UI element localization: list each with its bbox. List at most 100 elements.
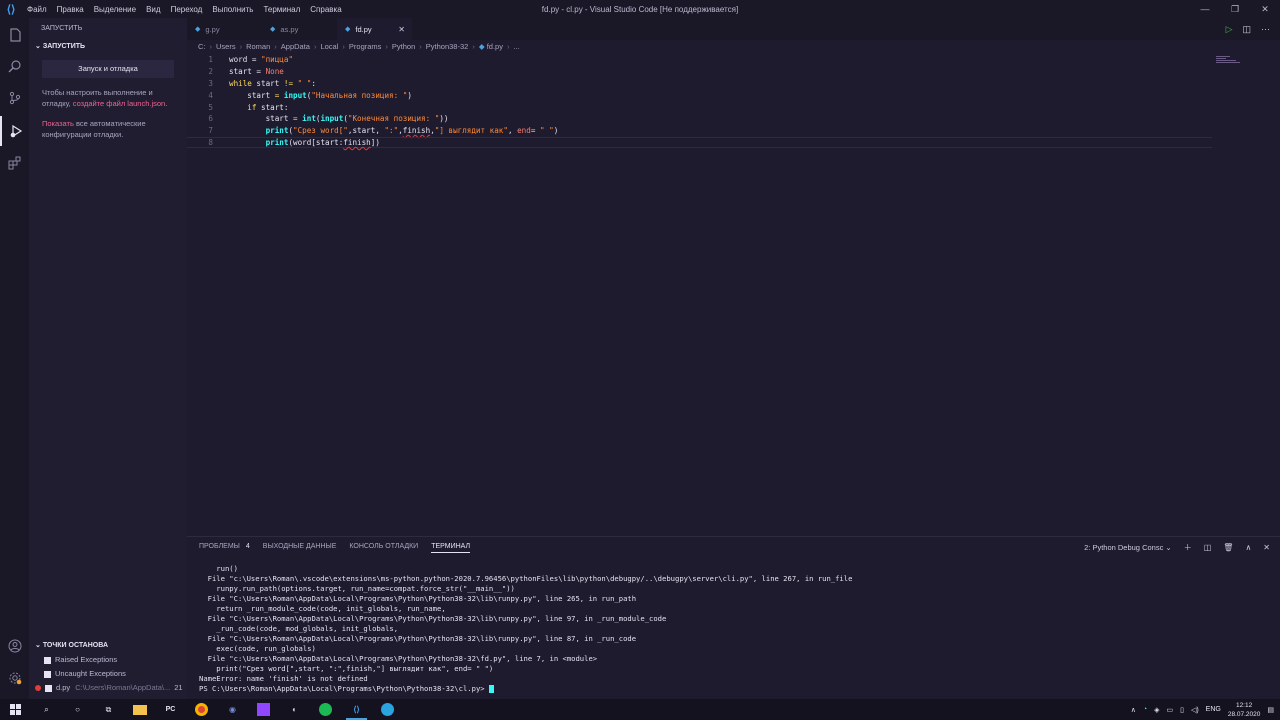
language-indicator[interactable]: ENG <box>1206 706 1221 713</box>
search-icon[interactable]: ⌕ <box>31 699 62 720</box>
tab-fd-py[interactable]: ◆ fd.py ✕ <box>337 18 412 40</box>
breakpoint-label: Uncaught Exceptions <box>55 669 126 678</box>
task-view-icon[interactable]: ⧉ <box>93 699 124 720</box>
run-and-debug-button[interactable]: Запуск и отладка <box>42 60 174 78</box>
terminal-output[interactable]: run() File "c:\Users\Roman\.vscode\exten… <box>199 564 852 694</box>
chrome-icon[interactable] <box>186 699 217 720</box>
code-line: 2 start = None <box>187 66 1212 78</box>
clock[interactable]: 12:12 28.07.2020 <box>1228 701 1261 719</box>
code-text: while start != " ": <box>229 78 316 88</box>
terminal-line: NameError: name 'finish' is not defined <box>199 674 368 683</box>
checkbox-icon[interactable] <box>44 670 51 678</box>
run-file-icon[interactable]: ▷ <box>1226 24 1233 35</box>
notifications-icon[interactable]: ▤ <box>1267 706 1274 714</box>
code-editor[interactable]: 1 word = "пицца" 2 start = None 3 while sta… <box>187 54 1212 534</box>
search-icon[interactable] <box>0 51 29 81</box>
terminal-line: exec(code, run_globals) <box>199 644 316 653</box>
code-line-current: 8 print(word[start:finish]) <box>187 136 1212 149</box>
new-terminal-icon[interactable]: ＋ <box>1184 542 1192 553</box>
crumb[interactable]: Programs <box>349 42 382 54</box>
code-text: start = None <box>229 67 284 77</box>
tab-debug-console[interactable]: КОНСОЛЬ ОТЛАДКИ <box>349 543 418 553</box>
chevron-right-icon: › <box>342 42 345 51</box>
code-line: 4 start = input("Начальная позиция: ") <box>187 89 1212 101</box>
crumb[interactable]: Python38-32 <box>426 42 469 54</box>
extensions-icon[interactable] <box>0 148 29 178</box>
menu-edit[interactable]: Правка <box>52 5 89 14</box>
source-control-icon[interactable] <box>0 83 29 113</box>
menu-run[interactable]: Выполнить <box>207 5 258 14</box>
account-icon[interactable] <box>0 631 29 661</box>
terminal-line: runpy.run_path(options.target, run_name=… <box>199 584 515 593</box>
maximize-panel-icon[interactable]: ∧ <box>1245 543 1251 552</box>
menu-terminal[interactable]: Терминал <box>258 5 305 14</box>
tab-g-py[interactable]: ◆ g.py <box>187 18 262 40</box>
menu-help[interactable]: Справка <box>305 5 346 14</box>
crumb[interactable]: Local <box>320 42 338 54</box>
breakpoints-header[interactable]: ⌄ ТОЧКИ ОСТАНОВА <box>29 639 187 653</box>
show-configs-hint: Показать все автоматические конфигурации… <box>29 118 187 140</box>
crumb-file[interactable]: ◆ fd.py <box>479 42 503 54</box>
vscode-taskbar-icon[interactable]: ⟨⟩ <box>341 699 372 720</box>
crumb[interactable]: Roman <box>246 42 270 54</box>
crumb[interactable]: Python <box>392 42 415 54</box>
cortana-icon[interactable]: ○ <box>62 699 93 720</box>
split-terminal-icon[interactable]: ◫ <box>1204 543 1212 552</box>
network-icon[interactable]: ▯ <box>1180 706 1184 714</box>
python-file-icon: ◆ <box>270 26 276 33</box>
line-number: 7 <box>208 126 213 136</box>
close-panel-icon[interactable]: ✕ <box>1263 543 1270 552</box>
minimize-icon[interactable]: — <box>1190 0 1220 18</box>
tab-problems[interactable]: ПРОБЛЕМЫ 4 <box>199 543 250 553</box>
crumb[interactable]: C: <box>198 42 206 54</box>
run-debug-icon[interactable] <box>0 116 29 146</box>
tray-app-icon[interactable]: ▭ <box>1166 706 1173 714</box>
file-explorer-icon[interactable] <box>124 699 155 720</box>
tray-app-icon[interactable]: ◔ <box>1143 706 1147 713</box>
minimap[interactable] <box>1212 54 1272 534</box>
terminal-line: _run_code(code, mod_globals, init_global… <box>199 624 399 633</box>
breakpoint-item[interactable]: d.py C:\Users\Roman\AppData\... 21 <box>29 681 187 695</box>
settings-gear-icon[interactable] <box>0 663 29 693</box>
menu-file[interactable]: Файл <box>22 5 52 14</box>
checkbox-icon[interactable] <box>45 684 52 692</box>
windows-start-icon[interactable] <box>0 699 31 720</box>
crumb[interactable]: ... <box>513 42 519 54</box>
close-tab-icon[interactable]: ✕ <box>398 25 405 34</box>
tab-terminal[interactable]: ТЕРМИНАЛ <box>431 543 471 553</box>
explorer-icon[interactable] <box>0 20 29 50</box>
spotify-icon[interactable] <box>310 699 341 720</box>
breakpoint-item[interactable]: Raised Exceptions <box>29 653 187 667</box>
volume-icon[interactable]: ◁) <box>1191 706 1199 714</box>
trash-icon[interactable]: 🗑 <box>1223 543 1233 552</box>
app-icon[interactable]: PC <box>155 699 186 720</box>
chevron-right-icon: › <box>239 42 243 51</box>
tab-output[interactable]: ВЫХОДНЫЕ ДАННЫЕ <box>263 543 337 553</box>
chevron-up-icon[interactable]: ∧ <box>1131 706 1136 714</box>
minimap-line <box>1216 56 1230 57</box>
terminal-select[interactable]: 2: Python Debug Consc ⌄ <box>1084 543 1172 552</box>
tray-app-icon[interactable]: ◈ <box>1154 706 1159 714</box>
breakpoint-path: C:\Users\Roman\AppData\... <box>75 683 171 692</box>
line-number: 5 <box>208 102 213 112</box>
menu-go[interactable]: Переход <box>166 5 208 14</box>
restore-icon[interactable]: ❐ <box>1220 0 1250 18</box>
crumb[interactable]: Users <box>216 42 236 54</box>
telegram-icon[interactable] <box>372 699 403 720</box>
menu-view[interactable]: Вид <box>141 5 165 14</box>
twitch-icon[interactable] <box>248 699 279 720</box>
tab-label: as.py <box>280 24 299 34</box>
tab-as-py[interactable]: ◆ as.py <box>262 18 337 40</box>
discord-icon[interactable]: ◉ <box>217 699 248 720</box>
create-launch-json-link[interactable]: создайте файл launch.json <box>73 99 165 108</box>
menu-selection[interactable]: Выделение <box>89 5 141 14</box>
section-header[interactable]: ⌄ ЗАПУСТИТЬ <box>29 40 187 54</box>
split-editor-icon[interactable]: ◫ <box>1242 24 1251 35</box>
close-window-icon[interactable]: ✕ <box>1250 0 1280 18</box>
steam-icon[interactable]: ◐ <box>279 699 310 720</box>
crumb[interactable]: AppData <box>281 42 310 54</box>
breakpoint-item[interactable]: Uncaught Exceptions <box>29 667 187 681</box>
more-actions-icon[interactable]: ··· <box>1261 24 1270 34</box>
show-configs-link[interactable]: Показать <box>42 119 74 128</box>
checkbox-icon[interactable] <box>44 656 51 664</box>
